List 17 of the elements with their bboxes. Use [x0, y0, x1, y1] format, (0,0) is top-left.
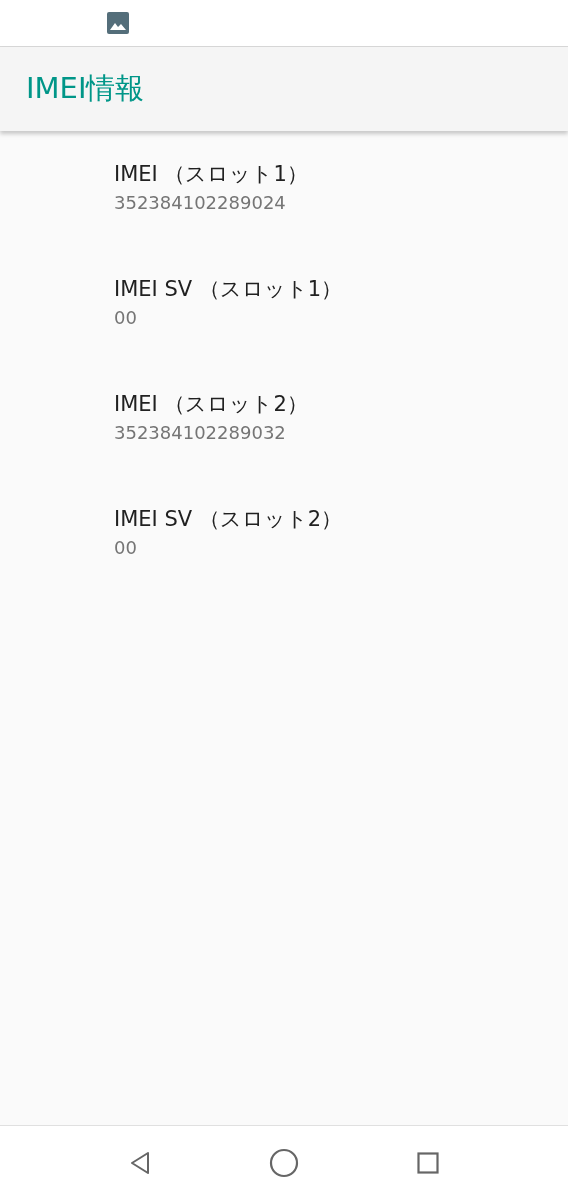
back-icon[interactable] [129, 1151, 151, 1175]
list-item[interactable]: IMEI （スロット1） 352384102289024 [0, 159, 568, 274]
item-value: 352384102289024 [114, 191, 287, 215]
item-title: IMEI （スロット2） [114, 391, 309, 418]
recents-icon[interactable] [417, 1152, 439, 1174]
item-title: IMEI SV （スロット2） [114, 506, 344, 533]
item-value: 00 [114, 536, 138, 560]
app-bar-title: IMEI情報 [26, 70, 145, 108]
list-item[interactable]: IMEI （スロット2） 352384102289032 [0, 389, 568, 504]
list-item[interactable]: IMEI SV （スロット2） 00 [0, 504, 568, 619]
item-title: IMEI （スロット1） [114, 161, 309, 188]
list-item[interactable]: IMEI SV （スロット1） 00 [0, 274, 568, 389]
item-title: IMEI SV （スロット1） [114, 276, 344, 303]
image-notification-icon [107, 12, 129, 34]
item-value: 352384102289032 [114, 421, 287, 445]
home-icon[interactable] [269, 1148, 299, 1178]
item-value: 00 [114, 306, 138, 330]
